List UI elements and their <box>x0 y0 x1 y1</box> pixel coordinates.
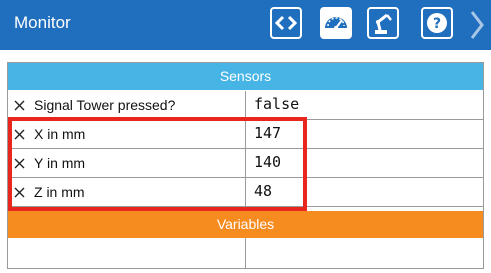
sensor-value: false <box>254 95 300 113</box>
robot-arm-icon <box>375 13 392 34</box>
monitor-table: Sensors Signal Tower pressed? false X in… <box>7 62 484 269</box>
close-icon[interactable] <box>14 100 25 111</box>
app-header: Monitor ? <box>0 0 491 50</box>
sensor-value: 147 <box>254 124 282 142</box>
sensor-name: Signal Tower pressed? <box>34 97 176 113</box>
sensor-name: Z in mm <box>34 184 85 200</box>
gauge-icon <box>325 17 347 30</box>
sensor-name-cell: Signal Tower pressed? <box>8 91 246 119</box>
close-icon[interactable] <box>14 129 25 140</box>
sensor-row: Y in mm 140 <box>8 149 483 178</box>
svg-text:?: ? <box>433 16 441 32</box>
code-icon <box>274 15 298 31</box>
variable-row <box>8 238 483 268</box>
robot-view-button[interactable] <box>367 7 399 39</box>
sensor-value: 140 <box>254 153 282 171</box>
sensor-row: Signal Tower pressed? false <box>8 91 483 120</box>
variables-header: Variables <box>8 211 483 238</box>
chevron-right-icon[interactable] <box>466 8 488 42</box>
variable-name-cell <box>8 238 246 268</box>
monitor-view-button[interactable] <box>320 7 352 39</box>
page-title: Monitor <box>14 13 71 32</box>
sensor-row: Z in mm 48 <box>8 178 483 207</box>
sensor-name: X in mm <box>34 126 86 142</box>
help-button[interactable]: ? <box>421 7 453 39</box>
code-view-button[interactable] <box>270 7 302 39</box>
sensors-header: Sensors <box>8 63 483 90</box>
sensor-name-cell: Z in mm <box>8 178 246 206</box>
sensor-name-cell: X in mm <box>8 120 246 148</box>
close-icon[interactable] <box>14 187 25 198</box>
sensor-name-cell: Y in mm <box>8 149 246 177</box>
sensor-value: 48 <box>254 182 273 200</box>
help-icon: ? <box>427 13 447 33</box>
sensor-name: Y in mm <box>34 155 86 171</box>
sensor-row: X in mm 147 <box>8 120 483 149</box>
close-icon[interactable] <box>14 158 25 169</box>
